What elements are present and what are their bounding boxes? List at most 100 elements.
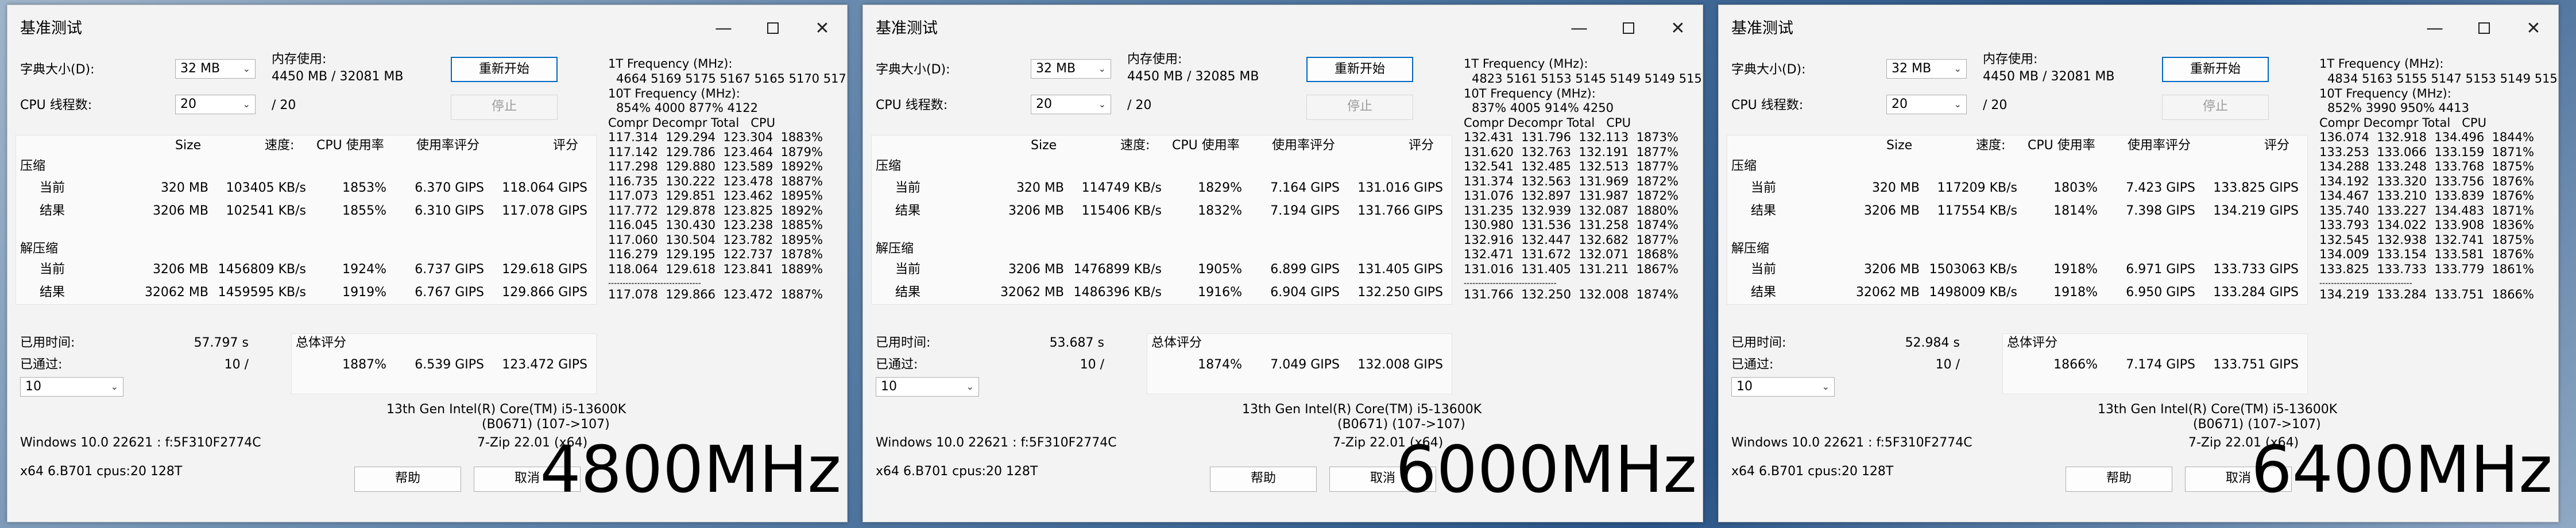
title-bar[interactable]: 基准测试 — ✕ bbox=[863, 5, 1703, 52]
close-icon: ✕ bbox=[2526, 18, 2541, 38]
column-speed-header: 速度: bbox=[265, 138, 295, 153]
dictionary-size-select[interactable]: 32 MB ⌄ bbox=[1886, 59, 1967, 79]
passes-select[interactable]: 10 ⌄ bbox=[20, 377, 123, 397]
dictionary-size-value: 32 MB bbox=[180, 61, 221, 76]
cpu-threads-label: CPU 线程数: bbox=[876, 98, 948, 112]
total-cpu-usage: 1887% bbox=[342, 358, 386, 372]
cpu-usage-value: 1924% bbox=[342, 262, 386, 277]
title-bar[interactable]: 基准测试 — ✕ bbox=[1719, 5, 2558, 52]
memory-usage-value: 4450 MB / 32081 MB bbox=[1983, 69, 2115, 84]
minimize-button[interactable]: — bbox=[1554, 11, 1604, 45]
column-size-header: Size bbox=[1031, 138, 1057, 153]
rating-value: 131.405 GIPS bbox=[1357, 262, 1443, 277]
dictionary-size-select[interactable]: 32 MB ⌄ bbox=[1031, 59, 1111, 79]
speed-value: 1476899 KB/s bbox=[1073, 262, 1162, 277]
help-button[interactable]: 帮助 bbox=[2066, 467, 2172, 492]
restart-button[interactable]: 重新开始 bbox=[2162, 57, 2269, 82]
passes-select[interactable]: 10 ⌄ bbox=[876, 377, 979, 397]
close-button[interactable]: ✕ bbox=[2509, 11, 2558, 45]
row-label-current: 当前 bbox=[895, 262, 921, 277]
minimize-button[interactable]: — bbox=[2410, 11, 2459, 45]
memory-usage-value: 4450 MB / 32085 MB bbox=[1127, 69, 1259, 84]
cpu-threads-select[interactable]: 20 ⌄ bbox=[1886, 95, 1967, 114]
size-value: 3206 MB bbox=[1863, 204, 1920, 218]
column-usage-rating-header: 使用率评分 bbox=[2128, 138, 2191, 153]
compress-section-label: 压缩 bbox=[1731, 159, 1757, 173]
size-value: 32062 MB bbox=[144, 285, 208, 300]
total-rating: 123.472 GIPS bbox=[502, 358, 587, 372]
os-version: Windows 10.0 22621 : f:5F310F2774C bbox=[20, 436, 261, 450]
passes-select[interactable]: 10 ⌄ bbox=[1731, 377, 1835, 397]
total-usage-rating: 7.049 GIPS bbox=[1270, 358, 1340, 372]
usage-rating-value: 6.370 GIPS bbox=[415, 181, 484, 195]
passes-value: 10 / bbox=[1080, 358, 1104, 372]
cpu-usage-value: 1905% bbox=[1198, 262, 1242, 277]
elapsed-time-label: 已用时间: bbox=[876, 336, 931, 350]
dictionary-size-value: 32 MB bbox=[1036, 61, 1076, 76]
os-version: Windows 10.0 22621 : f:5F310F2774C bbox=[876, 436, 1117, 450]
decompress-section-label: 解压缩 bbox=[876, 242, 914, 256]
cpu-threads-label: CPU 线程数: bbox=[1731, 98, 1804, 112]
stop-button[interactable]: 停止 bbox=[2162, 95, 2269, 120]
help-button[interactable]: 帮助 bbox=[1210, 467, 1317, 492]
compress-section-label: 压缩 bbox=[20, 159, 46, 173]
title-bar[interactable]: 基准测试 — ✕ bbox=[7, 5, 847, 52]
total-cpu-usage: 1874% bbox=[1198, 358, 1242, 372]
maximize-button[interactable] bbox=[1604, 11, 1653, 45]
size-value: 320 MB bbox=[1871, 181, 1920, 195]
freq-10t-header: 10T Frequency (MHz): bbox=[1464, 87, 1596, 100]
total-rating-label: 总体评分 bbox=[2007, 336, 2058, 350]
restart-button[interactable]: 重新开始 bbox=[451, 57, 558, 82]
speed-value: 115406 KB/s bbox=[1081, 204, 1162, 218]
help-button[interactable]: 帮助 bbox=[354, 467, 461, 492]
stop-button[interactable]: 停止 bbox=[451, 95, 558, 120]
rating-value: 129.618 GIPS bbox=[502, 262, 587, 277]
close-icon: ✕ bbox=[815, 18, 830, 38]
cpu-threads-select[interactable]: 20 ⌄ bbox=[175, 95, 256, 114]
column-rating-header: 评分 bbox=[2264, 138, 2290, 153]
results-panel bbox=[16, 135, 597, 305]
chevron-down-icon: ⌄ bbox=[1821, 381, 1829, 392]
rating-table-header: Compr Decompr Total CPU bbox=[1464, 116, 1631, 130]
column-size-header: Size bbox=[1886, 138, 1913, 153]
maximize-button[interactable] bbox=[748, 11, 798, 45]
benchmark-window: 基准测试 — ✕ 字典大小(D): 32 MB ⌄ CPU 线程数: 20 ⌄ / … bbox=[862, 5, 1703, 522]
row-label-result: 结果 bbox=[1751, 285, 1777, 300]
passes-label: 已通过: bbox=[876, 358, 918, 372]
speed-value: 1456809 KB/s bbox=[218, 262, 306, 277]
passes-label: 已通过: bbox=[20, 358, 63, 372]
dictionary-size-select[interactable]: 32 MB ⌄ bbox=[175, 59, 256, 79]
close-button[interactable]: ✕ bbox=[798, 11, 847, 45]
rating-table-header: Compr Decompr Total CPU bbox=[2319, 116, 2486, 130]
row-label-current: 当前 bbox=[895, 181, 921, 195]
passes-value: 10 / bbox=[224, 358, 249, 372]
close-button[interactable]: ✕ bbox=[1653, 11, 1703, 45]
row-label-result: 结果 bbox=[1751, 204, 1777, 218]
size-value: 3206 MB bbox=[152, 204, 208, 218]
size-value: 3206 MB bbox=[1008, 204, 1064, 218]
cpu-usage-value: 1814% bbox=[2053, 204, 2098, 218]
rating-value: 133.284 GIPS bbox=[2213, 285, 2299, 300]
memory-usage-label: 内存使用: bbox=[1983, 52, 2038, 67]
stop-button[interactable]: 停止 bbox=[1306, 95, 1413, 120]
total-usage-rating: 6.539 GIPS bbox=[415, 358, 484, 372]
chevron-down-icon: ⌄ bbox=[1954, 63, 1962, 74]
memory-frequency-label: 6000MHz bbox=[1395, 433, 1697, 507]
usage-rating-value: 6.737 GIPS bbox=[415, 262, 484, 277]
rating-table-total: 131.766 132.250 132.008 1874% bbox=[1464, 288, 1678, 301]
maximize-button[interactable] bbox=[2459, 11, 2509, 45]
column-speed-header: 速度: bbox=[1976, 138, 2006, 153]
usage-rating-value: 6.904 GIPS bbox=[1270, 285, 1340, 300]
freq-10t-values: 837% 4005 914% 4250 bbox=[1472, 101, 1614, 115]
passes-label: 已通过: bbox=[1731, 358, 1774, 372]
rating-value: 131.766 GIPS bbox=[1357, 204, 1443, 218]
column-cpu-usage-header: CPU 使用率 bbox=[1172, 138, 1240, 153]
rating-value: 131.016 GIPS bbox=[1357, 181, 1443, 195]
restart-button[interactable]: 重新开始 bbox=[1306, 57, 1413, 82]
cpu-usage-value: 1853% bbox=[342, 181, 386, 195]
cpu-threads-select[interactable]: 20 ⌄ bbox=[1031, 95, 1111, 114]
rating-table-rows: 132.431 131.796 132.113 1873% 131.620 13… bbox=[1464, 130, 1678, 276]
minimize-button[interactable]: — bbox=[699, 11, 748, 45]
speed-value: 117554 KB/s bbox=[1937, 204, 2017, 218]
maximize-icon bbox=[767, 22, 779, 34]
